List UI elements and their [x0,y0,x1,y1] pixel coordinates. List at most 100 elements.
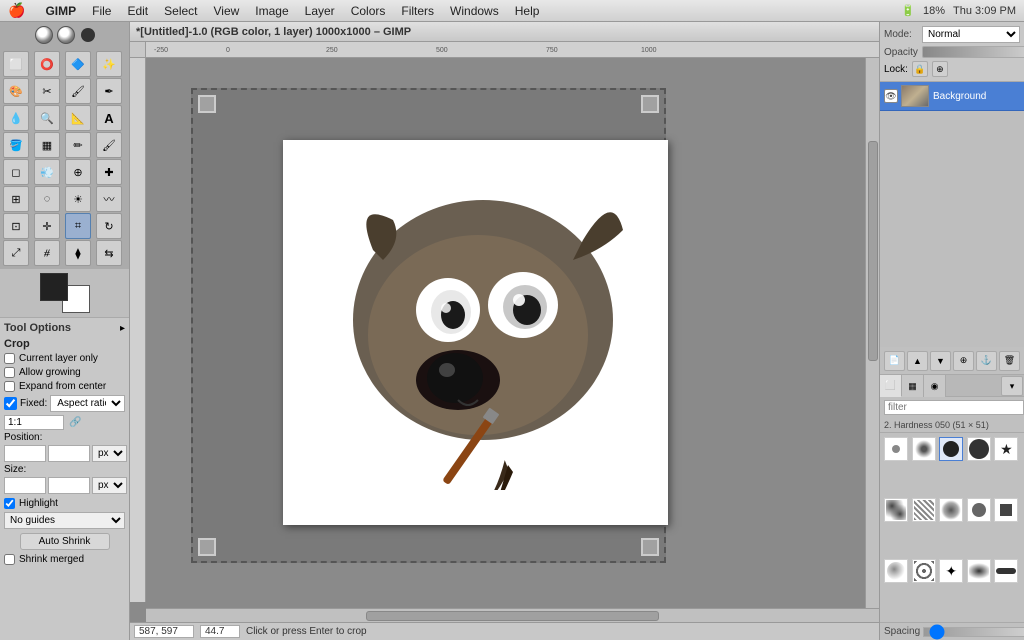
brush-tab-patterns[interactable]: ⬜ [880,375,902,397]
color-swatches[interactable] [40,273,90,313]
current-layer-only-checkbox[interactable] [4,353,15,364]
opacity-slider[interactable] [922,46,1024,58]
tool-perspective-clone[interactable]: ⊞ [3,186,29,212]
tool-by-color[interactable]: 🎨 [3,78,29,104]
layer-item-background[interactable]: 👁 Background [880,82,1024,111]
brush-cell-5[interactable]: ★ [994,437,1018,461]
brush-cell-7[interactable] [912,498,936,522]
tool-measure[interactable]: 📐 [65,105,91,131]
new-layer-button[interactable]: 📄 [884,351,905,371]
menu-select[interactable]: Select [156,2,205,20]
tool-zoom[interactable]: 🔍 [34,105,60,131]
menu-help[interactable]: Help [507,2,548,20]
tool-pencil[interactable]: ✏ [65,132,91,158]
brush-cell-6[interactable] [884,498,908,522]
handle-top-left[interactable] [198,95,216,113]
fixed-checkbox[interactable] [4,397,17,410]
canvas-container[interactable]: -250 0 250 500 750 1000 [130,42,879,622]
handle-top-right[interactable] [641,95,659,113]
tool-blend[interactable]: ▦ [34,132,60,158]
allow-growing-checkbox[interactable] [4,367,15,378]
menu-file[interactable]: File [84,2,119,20]
brush-cell-12[interactable] [912,559,936,583]
tool-options-menu[interactable]: ▸ [120,323,125,334]
vertical-scrollbar[interactable] [865,58,879,608]
tool-airbrush[interactable]: 💨 [34,159,60,185]
auto-shrink-button[interactable]: Auto Shrink [20,533,110,550]
tool-text[interactable]: A [96,105,122,131]
handle-bottom-right[interactable] [641,538,659,556]
brush-cell-14[interactable] [967,559,991,583]
brush-panel-options[interactable]: ▾ [1001,376,1023,396]
lock-position-button[interactable]: ⊕ [932,61,948,77]
tool-shear[interactable]: ⧣ [34,240,60,266]
tool-scale[interactable]: ⤢ [3,240,29,266]
fixed-select[interactable]: Aspect ratio Width Height Size [50,395,125,412]
highlight-checkbox[interactable] [4,498,15,509]
v-scroll-thumb[interactable] [868,141,878,361]
tool-crop[interactable]: ⌗ [65,213,91,239]
expand-from-center-checkbox[interactable] [4,381,15,392]
lock-pixels-button[interactable]: 🔒 [912,61,928,77]
ratio-input[interactable] [4,415,64,430]
raise-layer-button[interactable]: ▲ [907,351,928,371]
brush-cell-3[interactable] [939,437,963,461]
brush-cell-8[interactable] [939,498,963,522]
menu-image[interactable]: Image [247,2,296,20]
tool-smudge[interactable]: 〰 [96,186,122,212]
horizontal-scrollbar[interactable] [146,608,879,622]
handle-bottom-left[interactable] [198,538,216,556]
menu-view[interactable]: View [206,2,248,20]
tool-paintbrush[interactable]: 🖌 [96,132,122,158]
size-h-input[interactable]: 605 [48,477,90,494]
tool-align[interactable]: ⊡ [3,213,29,239]
tool-flip[interactable]: ⇆ [96,240,122,266]
guides-select[interactable]: No guides Rule of thirds Golden sections [4,512,125,529]
tool-fuzzy-select[interactable]: ✨ [96,51,122,77]
brush-cell-10[interactable] [994,498,1018,522]
brush-cell-11[interactable] [884,559,908,583]
brush-tab-brushes[interactable]: ◉ [924,375,946,397]
brush-tab-gradients[interactable]: ▦ [902,375,924,397]
tool-paths[interactable]: ✒ [96,78,122,104]
anchor-layer-button[interactable]: ⚓ [976,351,997,371]
duplicate-layer-button[interactable]: ⊕ [953,351,974,371]
menu-edit[interactable]: Edit [119,2,156,20]
tool-color-picker[interactable]: 💧 [3,105,29,131]
lower-layer-button[interactable]: ▼ [930,351,951,371]
tool-rect-select[interactable]: ⬜ [3,51,29,77]
tool-dodge[interactable]: ☀ [65,186,91,212]
shrink-merged-checkbox[interactable] [4,554,15,565]
pos-y-input[interactable]: 194 [48,445,90,462]
menu-windows[interactable]: Windows [442,2,507,20]
brush-filter-input[interactable] [884,400,1024,415]
menu-filters[interactable]: Filters [393,2,442,20]
tool-scissors[interactable]: ✂ [34,78,60,104]
pos-x-input[interactable]: 192 [4,445,46,462]
tool-eraser[interactable]: ◻ [3,159,29,185]
foreground-color[interactable] [40,273,68,301]
tool-rotate[interactable]: ↻ [96,213,122,239]
delete-layer-button[interactable]: 🗑 [999,351,1020,371]
pos-unit-select[interactable]: px% [92,445,127,462]
brush-cell-13[interactable]: ✦ [939,559,963,583]
size-w-input[interactable]: 605 [4,477,46,494]
tool-move[interactable]: ✛ [34,213,60,239]
brush-cell-9[interactable] [967,498,991,522]
tool-free-select[interactable]: 🔷 [65,51,91,77]
tool-bucket-fill[interactable]: 🪣 [3,132,29,158]
size-unit-select[interactable]: px% [92,477,127,494]
menu-gimp[interactable]: GIMP [37,2,84,20]
brush-cell-2[interactable] [912,437,936,461]
brush-cell-4[interactable] [967,437,991,461]
tool-ellipse-select[interactable]: ⭕ [34,51,60,77]
h-scroll-thumb[interactable] [366,611,659,621]
mode-select[interactable]: Normal Dissolve Multiply Screen Overlay [922,26,1020,43]
menu-layer[interactable]: Layer [297,2,343,20]
brush-cell-1[interactable] [884,437,908,461]
tool-perspective[interactable]: ⧫ [65,240,91,266]
tool-blur[interactable]: ◌ [34,186,60,212]
brush-cell-15[interactable] [994,559,1018,583]
tool-heal[interactable]: ✚ [96,159,122,185]
layer-visibility-toggle[interactable]: 👁 [884,89,898,103]
